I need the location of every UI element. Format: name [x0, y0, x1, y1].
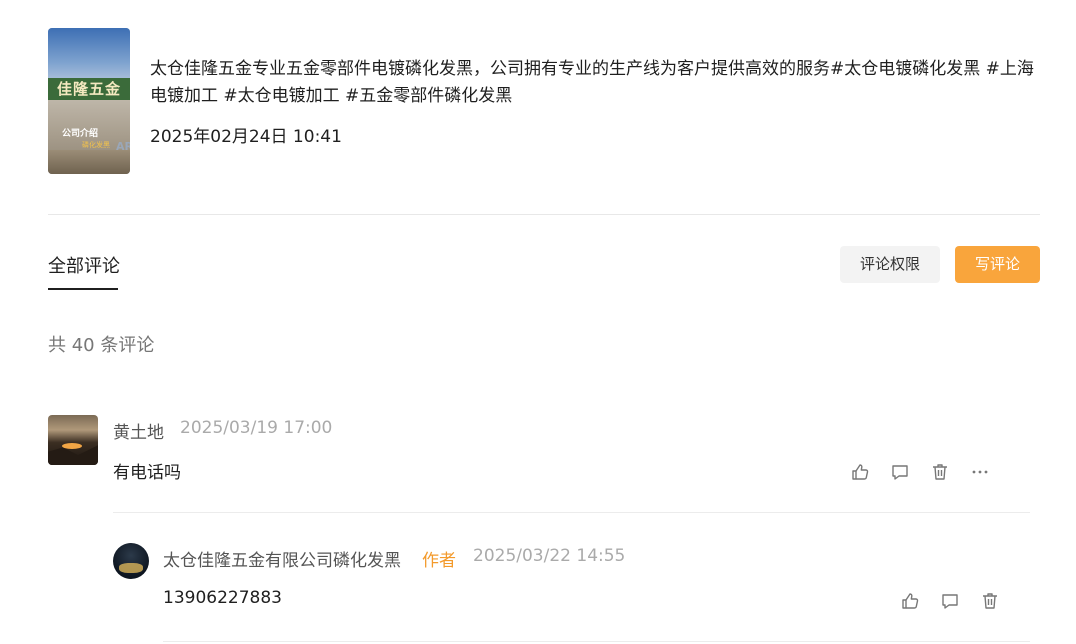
comment-divider: [113, 512, 1030, 513]
avatar-light: [119, 563, 143, 573]
thumbnail-base: [48, 150, 130, 174]
avatar-sun: [62, 443, 82, 449]
comment-divider: [163, 641, 1030, 642]
post-date: 2025年02月24日 10:41: [150, 127, 342, 147]
section-divider: [48, 214, 1040, 215]
reply-icon[interactable]: [890, 462, 910, 482]
delete-icon[interactable]: [980, 591, 1000, 611]
thumbnail-sign: 佳隆五金: [48, 78, 130, 100]
comment-count: 共 40 条评论: [48, 335, 155, 356]
post-thumbnail[interactable]: 佳隆五金 公司介绍 磷化发黑 AR: [48, 28, 130, 174]
more-icon[interactable]: [970, 462, 990, 482]
delete-icon[interactable]: [930, 462, 950, 482]
author-badge: 作者: [422, 551, 456, 571]
post-description: 太仓佳隆五金专业五金零部件电镀磷化发黑，公司拥有专业的生产线为客户提供高效的服务…: [150, 59, 1034, 106]
thumbnail-subtitle: 公司介绍: [62, 129, 99, 139]
like-icon[interactable]: [900, 591, 920, 611]
reply-text: 13906227883: [163, 588, 282, 608]
reply-timestamp: 2025/03/22 14:55: [473, 546, 626, 566]
reply-username[interactable]: 太仓佳隆五金有限公司磷化发黑: [163, 546, 401, 571]
tab-all-comments[interactable]: 全部评论: [48, 252, 120, 278]
comment-permission-button[interactable]: 评论权限: [840, 246, 940, 283]
comment-username[interactable]: 黄土地: [113, 418, 164, 443]
avatar[interactable]: [113, 543, 149, 579]
comment-timestamp: 2025/03/19 17:00: [180, 418, 333, 438]
avatar[interactable]: [48, 415, 98, 465]
like-icon[interactable]: [850, 462, 870, 482]
tab-active-indicator: [48, 288, 118, 290]
comment-text: 有电话吗: [113, 463, 181, 483]
reply-icon[interactable]: [940, 591, 960, 611]
thumbnail-subtitle-2: 磷化发黑: [82, 141, 110, 149]
write-comment-button[interactable]: 写评论: [955, 246, 1040, 283]
